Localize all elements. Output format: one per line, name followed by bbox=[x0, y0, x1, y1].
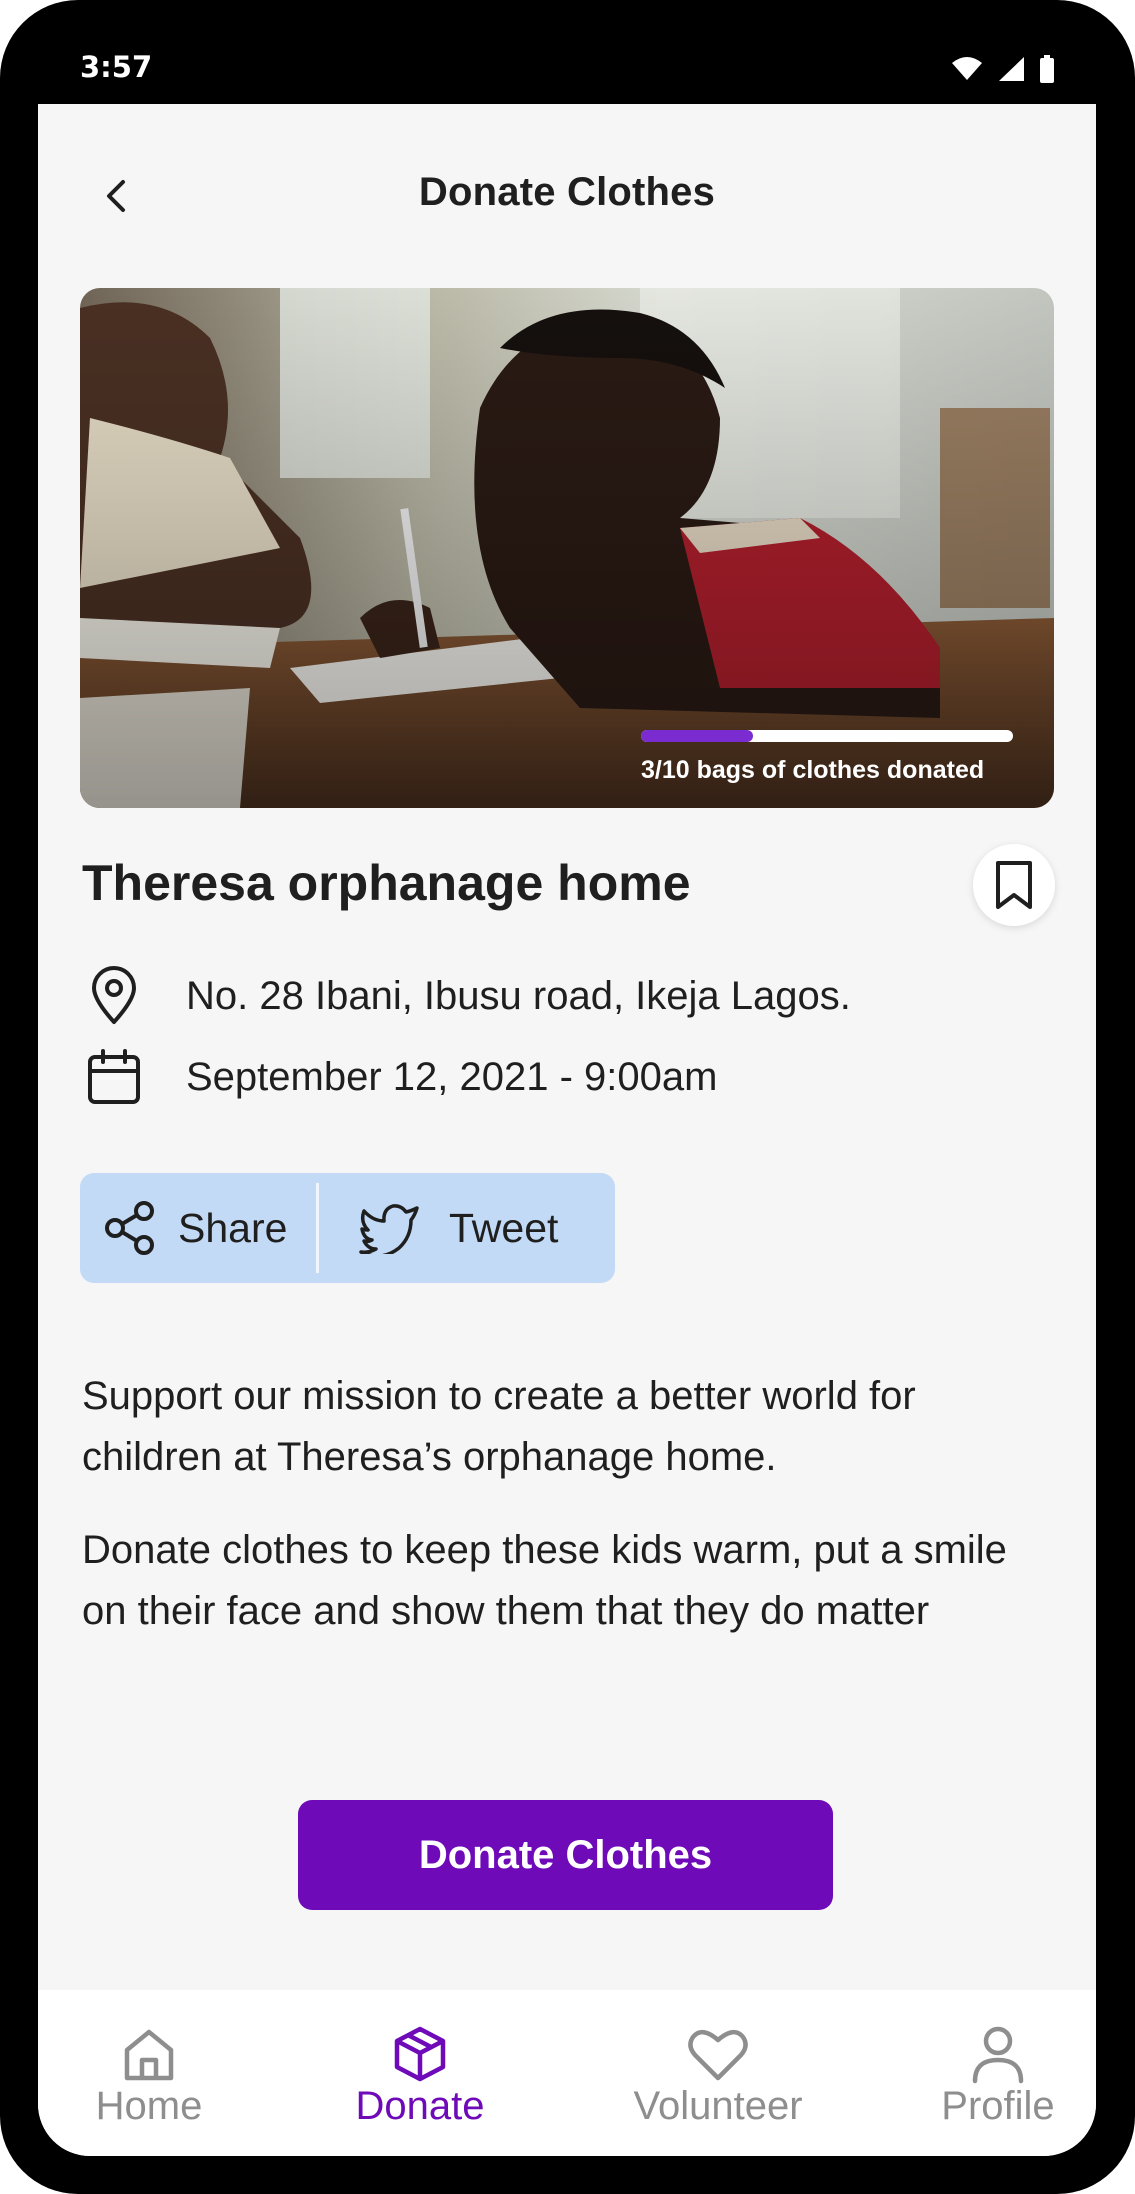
nav-label-profile: Profile bbox=[941, 2084, 1055, 2128]
nav-item-donate[interactable]: Donate bbox=[320, 1990, 520, 2156]
status-icons bbox=[951, 55, 1055, 83]
donation-progress-fill bbox=[641, 730, 753, 742]
tweet-label: Tweet bbox=[449, 1204, 559, 1251]
date-text: September 12, 2021 - 9:00am bbox=[186, 1054, 718, 1099]
donation-progress-bar bbox=[641, 730, 1013, 742]
date-row: September 12, 2021 - 9:00am bbox=[84, 1047, 717, 1107]
home-icon bbox=[117, 2022, 181, 2086]
share-label: Share bbox=[178, 1204, 288, 1251]
description-paragraph-2: Donate clothes to keep these kids warm, … bbox=[82, 1528, 1007, 1633]
orphanage-name: Theresa orphanage home bbox=[82, 855, 691, 911]
bottom-navigation: Home Donate Volunteer Profile bbox=[38, 1990, 1096, 2156]
nav-item-home[interactable]: Home bbox=[64, 1990, 234, 2156]
signal-icon bbox=[999, 57, 1024, 81]
twitter-icon bbox=[359, 1204, 419, 1254]
address-row: No. 28 Ibani, Ibusu road, Ikeja Lagos. bbox=[84, 966, 851, 1026]
address-text: No. 28 Ibani, Ibusu road, Ikeja Lagos. bbox=[186, 973, 851, 1018]
heart-icon bbox=[686, 2022, 750, 2086]
hero-image: 3/10 bags of clothes donated bbox=[80, 288, 1054, 808]
tweet-button[interactable]: Tweet bbox=[319, 1173, 558, 1283]
description-paragraph-1: Support our mission to create a better w… bbox=[82, 1374, 916, 1479]
bookmark-button[interactable] bbox=[973, 844, 1055, 926]
battery-icon bbox=[1040, 55, 1054, 83]
share-button[interactable]: Share bbox=[80, 1173, 316, 1283]
bookmark-icon bbox=[996, 861, 1032, 909]
wifi-icon bbox=[952, 57, 982, 80]
share-icon bbox=[105, 1201, 154, 1255]
top-bar: Donate Clothes bbox=[38, 104, 1096, 284]
calendar-icon bbox=[84, 1047, 144, 1107]
nav-item-profile[interactable]: Profile bbox=[918, 1990, 1078, 2156]
page-title: Donate Clothes bbox=[418, 170, 716, 214]
device-frame: 3:57 Donate Clothes 3/10 bags of clothes… bbox=[0, 0, 1135, 2194]
status-time: 3:57 bbox=[80, 50, 153, 84]
person-icon bbox=[966, 2022, 1030, 2086]
donation-progress-label: 3/10 bags of clothes donated bbox=[641, 756, 985, 784]
share-button-group: Share Tweet bbox=[80, 1173, 615, 1283]
donate-clothes-button[interactable]: Donate Clothes bbox=[298, 1800, 833, 1910]
box-icon bbox=[388, 2022, 452, 2086]
status-bar: 3:57 bbox=[0, 0, 1135, 104]
app-screen: Donate Clothes 3/10 bags of clothes dona… bbox=[38, 104, 1096, 2156]
nav-label-donate: Donate bbox=[355, 2084, 485, 2128]
nav-label-home: Home bbox=[95, 2084, 203, 2128]
nav-item-volunteer[interactable]: Volunteer bbox=[598, 1990, 838, 2156]
location-pin-icon bbox=[84, 966, 144, 1026]
nav-label-volunteer: Volunteer bbox=[633, 2084, 803, 2128]
